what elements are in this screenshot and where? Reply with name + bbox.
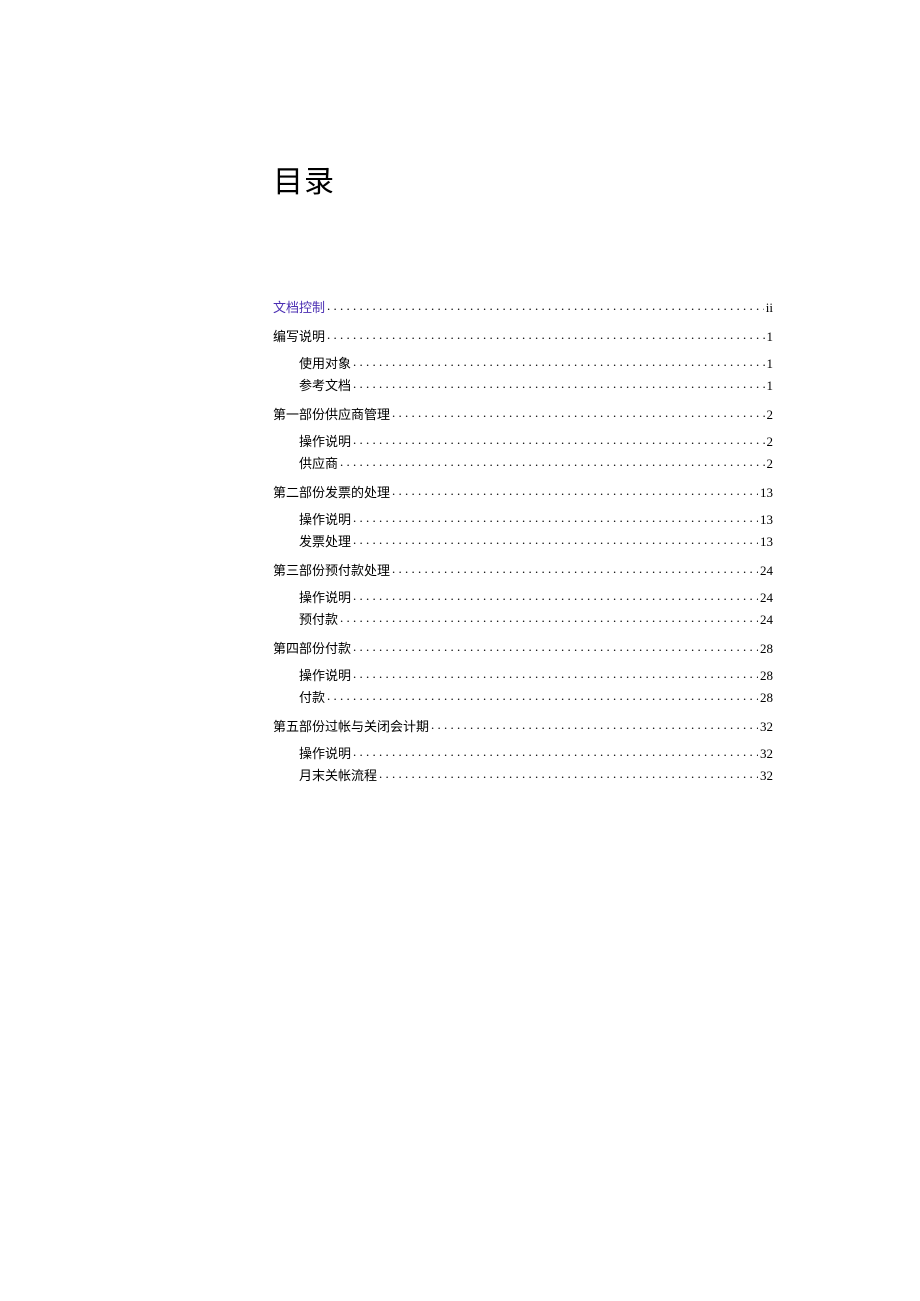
toc-entry[interactable]: 参考文档 1 [273, 370, 773, 392]
toc-entry-page: ii [766, 301, 773, 314]
toc-entry[interactable]: 发票处理 13 [273, 526, 773, 548]
toc-title: 目录 [273, 165, 773, 201]
dot-leader [327, 328, 764, 341]
toc-entry-label: 操作说明 [299, 591, 351, 604]
toc-entry-label: 发票处理 [299, 535, 351, 548]
dot-leader [379, 767, 758, 780]
toc-entry-label: 操作说明 [299, 747, 351, 760]
toc-entry-page: 2 [767, 457, 774, 470]
toc-entry-label: 操作说明 [299, 669, 351, 682]
toc-entry-label: 第二部份发票的处理 [273, 486, 390, 499]
toc-entry[interactable]: 第二部份发票的处理 13 [273, 470, 773, 499]
table-of-contents: 文档控制 ii 编写说明 1 使用对象 1 参考文档 1 第一部份供应商管理 2 操作说明 2 供应商 2… [273, 299, 773, 782]
toc-entry-label: 预付款 [299, 613, 338, 626]
toc-entry-page: 32 [760, 769, 773, 782]
toc-entry[interactable]: 使用对象 1 [273, 343, 773, 370]
toc-entry[interactable]: 操作说明 24 [273, 577, 773, 604]
toc-entry[interactable]: 编写说明 1 [273, 314, 773, 343]
toc-entry-label: 第三部份预付款处理 [273, 564, 390, 577]
toc-entry[interactable]: 第五部份过帐与关闭会计期 32 [273, 704, 773, 733]
dot-leader [392, 484, 758, 497]
toc-entry-page: 2 [767, 435, 774, 448]
toc-entry-page: 32 [760, 747, 773, 760]
toc-entry-label: 编写说明 [273, 330, 325, 343]
toc-entry-label: 付款 [299, 691, 325, 704]
toc-entry-page: 1 [767, 330, 774, 343]
toc-entry-page: 13 [760, 513, 773, 526]
toc-entry-page: 28 [760, 669, 773, 682]
dot-leader [327, 689, 758, 702]
toc-entry[interactable]: 操作说明 32 [273, 733, 773, 760]
toc-entry[interactable]: 第三部份预付款处理 24 [273, 548, 773, 577]
toc-entry-label: 第一部份供应商管理 [273, 408, 390, 421]
toc-entry-label: 文档控制 [273, 301, 325, 314]
toc-entry[interactable]: 付款 28 [273, 682, 773, 704]
dot-leader [392, 406, 764, 419]
toc-entry-label: 操作说明 [299, 513, 351, 526]
dot-leader [353, 640, 758, 653]
toc-entry-label: 第五部份过帐与关闭会计期 [273, 720, 429, 733]
toc-entry-page: 13 [760, 486, 773, 499]
toc-entry-label: 参考文档 [299, 379, 351, 392]
toc-entry-page: 1 [767, 357, 774, 370]
toc-entry-label: 使用对象 [299, 357, 351, 370]
toc-entry-label: 月末关帐流程 [299, 769, 377, 782]
toc-entry-label: 第四部份付款 [273, 642, 351, 655]
dot-leader [353, 589, 758, 602]
dot-leader [353, 511, 758, 524]
dot-leader [353, 433, 764, 446]
toc-entry-label: 操作说明 [299, 435, 351, 448]
dot-leader [353, 355, 764, 368]
dot-leader [353, 667, 758, 680]
toc-entry-page: 28 [760, 691, 773, 704]
dot-leader [340, 455, 764, 468]
toc-entry-page: 2 [767, 408, 774, 421]
toc-entry[interactable]: 供应商 2 [273, 448, 773, 470]
toc-entry-page: 24 [760, 591, 773, 604]
dot-leader [327, 299, 764, 312]
toc-entry[interactable]: 第四部份付款 28 [273, 626, 773, 655]
toc-entry[interactable]: 第一部份供应商管理 2 [273, 392, 773, 421]
toc-entry-label: 供应商 [299, 457, 338, 470]
toc-entry-page: 28 [760, 642, 773, 655]
toc-entry-page: 24 [760, 564, 773, 577]
dot-leader [392, 562, 758, 575]
toc-entry[interactable]: 操作说明 2 [273, 421, 773, 448]
toc-entry[interactable]: 文档控制 ii [273, 299, 773, 314]
toc-entry-page: 24 [760, 613, 773, 626]
toc-entry-page: 1 [767, 379, 774, 392]
toc-entry[interactable]: 月末关帐流程 32 [273, 760, 773, 782]
dot-leader [340, 611, 758, 624]
dot-leader [353, 745, 758, 758]
toc-entry[interactable]: 预付款 24 [273, 604, 773, 626]
dot-leader [353, 377, 764, 390]
toc-entry[interactable]: 操作说明 13 [273, 499, 773, 526]
toc-entry-page: 32 [760, 720, 773, 733]
document-page: 目录 文档控制ii编写说明1使用对象1参考文档1第一部份供应商管理2操作说明2供… [0, 0, 920, 1301]
toc-entry-page: 13 [760, 535, 773, 548]
dot-leader [353, 533, 758, 546]
dot-leader [431, 718, 758, 731]
toc-entry[interactable]: 操作说明 28 [273, 655, 773, 682]
